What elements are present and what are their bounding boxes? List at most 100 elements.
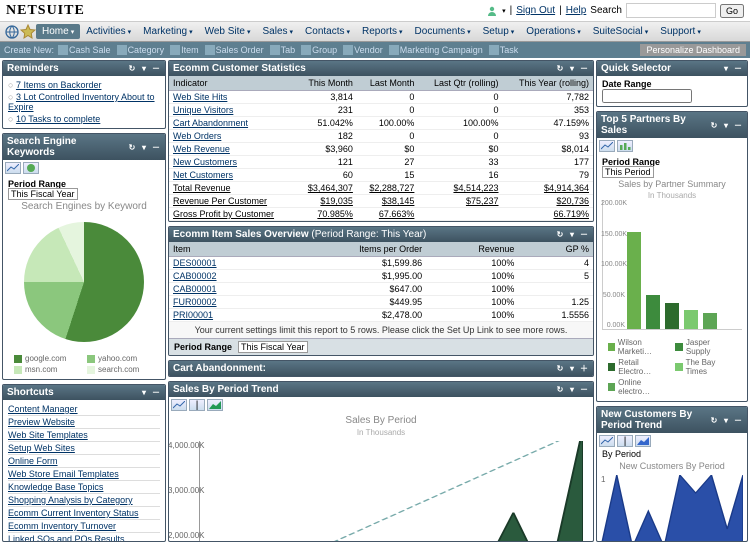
sek-period-select[interactable]: This Fiscal Year <box>8 188 78 200</box>
col-header: Indicator <box>169 76 295 91</box>
legend-item: google.com <box>14 354 81 363</box>
refresh-icon[interactable]: ↻ <box>709 415 719 425</box>
chart-line-icon[interactable] <box>599 435 615 447</box>
caret-down-icon[interactable]: ▾ <box>139 142 149 152</box>
menu-activities[interactable]: Activities ▾ <box>80 24 137 39</box>
refresh-icon[interactable]: ↻ <box>555 385 565 395</box>
menu-support[interactable]: Support ▾ <box>654 24 707 39</box>
caret-down-icon[interactable]: ▾ <box>567 364 577 374</box>
indicator-link[interactable]: Net Customers <box>173 170 233 180</box>
shortcut-item[interactable]: Content Manager <box>8 403 160 416</box>
caret-down-icon[interactable]: ▾ <box>721 64 731 74</box>
chart-area-icon[interactable] <box>207 399 223 411</box>
world-icon[interactable] <box>4 24 20 40</box>
shortcut-item[interactable]: Preview Website <box>8 416 160 429</box>
item-link[interactable]: FUR00002 <box>173 297 217 307</box>
caret-down-icon[interactable]: ▾ <box>567 230 577 240</box>
minimize-icon[interactable]: － <box>733 415 743 425</box>
caret-down-icon[interactable]: ▾ <box>567 64 577 74</box>
chart-line-icon[interactable] <box>5 162 21 174</box>
menu-contacts[interactable]: Contacts ▾ <box>299 24 356 39</box>
menu-suitesocial[interactable]: SuiteSocial ▾ <box>587 24 655 39</box>
tp-period-select[interactable]: This Period <box>602 166 654 178</box>
indicator-link[interactable]: Web Site Hits <box>173 92 227 102</box>
menu-documents[interactable]: Documents ▾ <box>409 24 477 39</box>
shortcut-item[interactable]: Web Store Email Templates <box>8 468 160 481</box>
toolbar-group[interactable]: Group <box>299 45 339 55</box>
shortcut-item[interactable]: Ecomm Inventory Turnover <box>8 520 160 533</box>
minimize-icon[interactable]: － <box>151 64 161 74</box>
reminder-item[interactable]: 3 Lot Controlled Inventory About to Expi… <box>8 91 160 113</box>
item-link[interactable]: PRI00001 <box>173 310 213 320</box>
toolbar-task[interactable]: Task <box>487 45 521 55</box>
menu-setup[interactable]: Setup ▾ <box>477 24 521 39</box>
menu-web-site[interactable]: Web Site ▾ <box>199 24 257 39</box>
personalize-dashboard-button[interactable]: Personalize Dashboard <box>640 44 746 56</box>
item-link[interactable]: CAB00002 <box>173 271 217 281</box>
menu-home[interactable]: Home ▾ <box>36 24 80 39</box>
toolbar-sales-order[interactable]: Sales Order <box>203 45 266 55</box>
table-row: Total Revenue$3,464,307$2,288,727$4,514,… <box>169 182 593 195</box>
toolbar-vendor[interactable]: Vendor <box>341 45 385 55</box>
star-icon[interactable] <box>20 24 36 40</box>
expand-icon[interactable]: ＋ <box>579 364 589 374</box>
shortcut-item[interactable]: Shopping Analysis by Category <box>8 494 160 507</box>
shortcut-item[interactable]: Online Form <box>8 455 160 468</box>
toolbar-item[interactable]: Item <box>168 45 201 55</box>
user-icon[interactable] <box>486 5 498 17</box>
item-link[interactable]: CAB00001 <box>173 284 217 294</box>
caret-down-icon[interactable]: ▾ <box>567 385 577 395</box>
shortcut-item[interactable]: Ecomm Current Inventory Status <box>8 507 160 520</box>
caret-down-icon[interactable]: ▾ <box>721 120 731 130</box>
sign-out-link[interactable]: Sign Out <box>516 5 555 16</box>
minimize-icon[interactable]: － <box>579 230 589 240</box>
shortcut-item[interactable]: Linked SOs and POs Results <box>8 533 160 541</box>
chart-area-icon[interactable] <box>635 435 651 447</box>
menu-reports[interactable]: Reports ▾ <box>356 24 409 39</box>
indicator-link[interactable]: Unique Visitors <box>173 105 233 115</box>
caret-down-icon[interactable]: ▾ <box>139 64 149 74</box>
chart-bar-icon[interactable] <box>617 140 633 152</box>
global-search-input[interactable] <box>626 3 716 18</box>
indicator-link[interactable]: New Customers <box>173 157 237 167</box>
caret-down-icon[interactable]: ▾ <box>721 415 731 425</box>
table-row: PRI00001$2,478.00100%1.5556 <box>169 309 593 322</box>
menu-sales[interactable]: Sales ▾ <box>257 24 300 39</box>
reminder-item[interactable]: 10 Tasks to complete <box>8 113 160 125</box>
chart-pie-icon[interactable] <box>23 162 39 174</box>
indicator-link[interactable]: Web Revenue <box>173 144 230 154</box>
toolbar-cash-sale[interactable]: Cash Sale <box>56 45 113 55</box>
indicator-link[interactable]: Cart Abandonment <box>173 118 248 128</box>
caret-down-icon[interactable]: ▾ <box>139 388 149 398</box>
minimize-icon[interactable]: － <box>733 120 743 130</box>
search-go-button[interactable]: Go <box>720 4 744 18</box>
qs-date-range-input[interactable] <box>602 89 692 103</box>
minimize-icon[interactable]: － <box>579 385 589 395</box>
refresh-icon[interactable]: ↻ <box>709 120 719 130</box>
refresh-icon[interactable]: ↻ <box>555 64 565 74</box>
minimize-icon[interactable]: － <box>151 388 161 398</box>
indicator-link[interactable]: Web Orders <box>173 131 221 141</box>
item-link[interactable]: DES00001 <box>173 258 217 268</box>
user-dropdown-caret[interactable]: ▾ <box>502 7 506 15</box>
minimize-icon[interactable]: － <box>733 64 743 74</box>
toolbar-tab[interactable]: Tab <box>268 45 298 55</box>
refresh-icon[interactable]: ↻ <box>127 64 137 74</box>
reminder-item[interactable]: 7 Items on Backorder <box>8 79 160 91</box>
eiso-period-select[interactable]: This Fiscal Year <box>238 341 308 353</box>
refresh-icon[interactable]: ↻ <box>127 142 137 152</box>
minimize-icon[interactable]: － <box>579 64 589 74</box>
shortcut-item[interactable]: Knowledge Base Topics <box>8 481 160 494</box>
menu-marketing[interactable]: Marketing ▾ <box>137 24 198 39</box>
menu-operations[interactable]: Operations ▾ <box>520 24 586 39</box>
toolbar-category[interactable]: Category <box>115 45 167 55</box>
shortcut-item[interactable]: Setup Web Sites <box>8 442 160 455</box>
help-link[interactable]: Help <box>566 5 587 16</box>
chart-line-icon[interactable] <box>599 140 615 152</box>
shortcut-item[interactable]: Web Site Templates <box>8 429 160 442</box>
chart-line-icon[interactable] <box>171 399 187 411</box>
toolbar-marketing-campaign[interactable]: Marketing Campaign <box>387 45 485 55</box>
refresh-icon[interactable]: ↻ <box>555 230 565 240</box>
refresh-icon[interactable]: ↻ <box>555 364 565 374</box>
minimize-icon[interactable]: － <box>151 142 161 152</box>
